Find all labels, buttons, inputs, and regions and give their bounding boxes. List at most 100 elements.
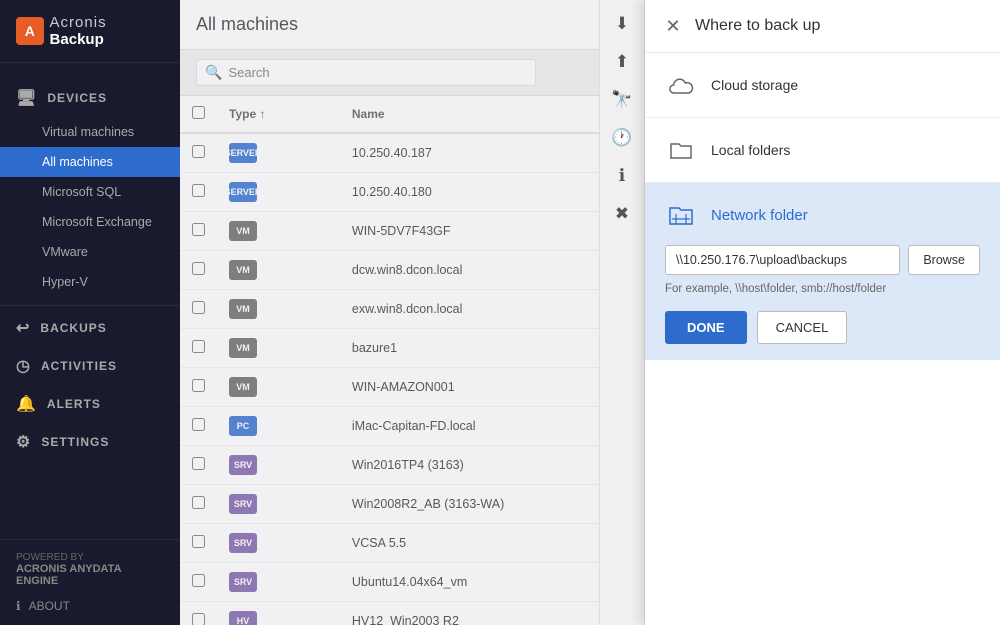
row-checkbox-11[interactable] xyxy=(192,574,205,587)
sidebar-item-vmware[interactable]: VMware xyxy=(0,237,180,267)
settings-icon: ⚙ xyxy=(16,432,31,452)
sidebar-bottom: POWERED BY ACRONIS ANYDATA ENGINE ℹ ABOU… xyxy=(0,539,180,625)
row-checkbox-3[interactable] xyxy=(192,262,205,275)
panel-item-local-folders[interactable]: Local folders xyxy=(645,118,1000,183)
powered-by-label: POWERED BY xyxy=(16,552,164,563)
type-badge: VM xyxy=(229,260,257,280)
cancel-button[interactable]: CANCEL xyxy=(757,311,848,344)
select-all-checkbox[interactable] xyxy=(192,106,205,119)
scan-icon[interactable]: 🔭 xyxy=(606,84,638,116)
row-checkbox-0[interactable] xyxy=(192,145,205,158)
row-checkbox-4[interactable] xyxy=(192,301,205,314)
row-type: SERVER xyxy=(217,133,340,173)
panel-title: Where to back up xyxy=(695,17,820,35)
row-checkbox-10[interactable] xyxy=(192,535,205,548)
activities-icon: ◷ xyxy=(16,356,31,376)
devices-label: DEVICES xyxy=(47,91,107,105)
type-badge: SRV xyxy=(229,455,257,475)
row-checkbox-cell xyxy=(180,212,217,251)
row-checkbox-9[interactable] xyxy=(192,496,205,509)
cloud-storage-icon xyxy=(665,69,697,101)
row-checkbox-12[interactable] xyxy=(192,613,205,625)
sidebar-group-backups[interactable]: ↩ BACKUPS xyxy=(0,305,180,347)
close-action-icon[interactable]: ✖ xyxy=(606,198,638,230)
browse-button[interactable]: Browse xyxy=(908,245,980,275)
clock-icon[interactable]: 🕐 xyxy=(606,122,638,154)
type-badge: PC xyxy=(229,416,257,436)
done-button[interactable]: DONE xyxy=(665,311,747,344)
row-type: VM xyxy=(217,212,340,251)
sidebar-group-settings[interactable]: ⚙ SETTINGS xyxy=(0,423,180,461)
sidebar-group-devices[interactable]: 🖥 DEVICES xyxy=(0,79,180,117)
panel-close-button[interactable]: ✕ xyxy=(661,14,685,38)
row-checkbox-cell xyxy=(180,329,217,368)
download-icon[interactable]: ⬇ xyxy=(606,8,638,40)
alerts-icon: 🔔 xyxy=(16,394,37,414)
row-checkbox-5[interactable] xyxy=(192,340,205,353)
row-checkbox-cell xyxy=(180,133,217,173)
side-actions: ⬇ ⬆ 🔭 🕐 ℹ ✖ xyxy=(599,0,645,625)
logo-area: A Acronis Backup xyxy=(0,0,180,63)
col-checkbox xyxy=(180,96,217,133)
info-icon[interactable]: ℹ xyxy=(606,160,638,192)
row-checkbox-cell xyxy=(180,602,217,625)
type-badge: VM xyxy=(229,377,257,397)
action-buttons: DONE CANCEL xyxy=(665,311,980,344)
row-checkbox-6[interactable] xyxy=(192,379,205,392)
path-hint: For example, \\host\folder, smb://host/f… xyxy=(665,283,980,295)
activities-label: ACTIVITIES xyxy=(41,359,117,373)
search-input[interactable] xyxy=(228,65,527,80)
sidebar-group-alerts[interactable]: 🔔 ALERTS xyxy=(0,385,180,423)
panel-header: ✕ Where to back up xyxy=(645,0,1000,53)
panel-item-cloud-storage[interactable]: Cloud storage xyxy=(645,53,1000,118)
row-checkbox-cell xyxy=(180,485,217,524)
row-checkbox-cell xyxy=(180,290,217,329)
settings-label: SETTINGS xyxy=(41,435,109,449)
row-checkbox-8[interactable] xyxy=(192,457,205,470)
type-badge: SRV xyxy=(229,533,257,553)
row-type: SRV xyxy=(217,485,340,524)
row-checkbox-7[interactable] xyxy=(192,418,205,431)
upload-icon[interactable]: ⬆ xyxy=(606,46,638,78)
row-type: VM xyxy=(217,251,340,290)
type-badge: VM xyxy=(229,221,257,241)
backups-icon: ↩ xyxy=(16,318,30,338)
type-badge: SRV xyxy=(229,572,257,592)
logo-text: Acronis Backup xyxy=(50,14,164,48)
row-checkbox-1[interactable] xyxy=(192,184,205,197)
sidebar-item-microsoft-sql[interactable]: Microsoft SQL xyxy=(0,177,180,207)
type-badge: SERVER xyxy=(229,182,257,202)
row-type: SRV xyxy=(217,446,340,485)
about-row[interactable]: ℹ ABOUT xyxy=(16,599,164,613)
search-box: 🔍 xyxy=(196,59,536,86)
sidebar-item-hyper-v[interactable]: Hyper-V xyxy=(0,267,180,297)
sidebar-item-all-machines[interactable]: All machines xyxy=(0,147,180,177)
alerts-label: ALERTS xyxy=(47,397,101,411)
col-type[interactable]: Type ↑ xyxy=(217,96,340,133)
row-type: SERVER xyxy=(217,173,340,212)
row-checkbox-cell xyxy=(180,446,217,485)
type-badge: VM xyxy=(229,299,257,319)
local-folders-label: Local folders xyxy=(711,142,790,158)
row-type: VM xyxy=(217,368,340,407)
info-icon: ℹ xyxy=(16,599,21,613)
sidebar-group-activities[interactable]: ◷ ACTIVITIES xyxy=(0,347,180,385)
sidebar-item-virtual-machines[interactable]: Virtual machines xyxy=(0,117,180,147)
devices-icon: 🖥 xyxy=(16,88,37,108)
row-checkbox-cell xyxy=(180,524,217,563)
row-type: PC xyxy=(217,407,340,446)
network-path-input[interactable] xyxy=(665,245,900,275)
type-badge: VM xyxy=(229,338,257,358)
row-type: VM xyxy=(217,329,340,368)
nav-devices-section: 🖥 DEVICES Virtual machines All machines … xyxy=(0,63,180,305)
row-checkbox-cell xyxy=(180,368,217,407)
row-type: VM xyxy=(217,290,340,329)
row-type: SRV xyxy=(217,563,340,602)
row-checkbox-2[interactable] xyxy=(192,223,205,236)
network-folder-icon xyxy=(665,199,697,231)
row-checkbox-cell xyxy=(180,173,217,212)
engine-name-label: ACRONIS ANYDATA ENGINE xyxy=(16,563,164,587)
sidebar: A Acronis Backup 🖥 DEVICES Virtual machi… xyxy=(0,0,180,625)
about-label: ABOUT xyxy=(29,599,70,613)
sidebar-item-microsoft-exchange[interactable]: Microsoft Exchange xyxy=(0,207,180,237)
